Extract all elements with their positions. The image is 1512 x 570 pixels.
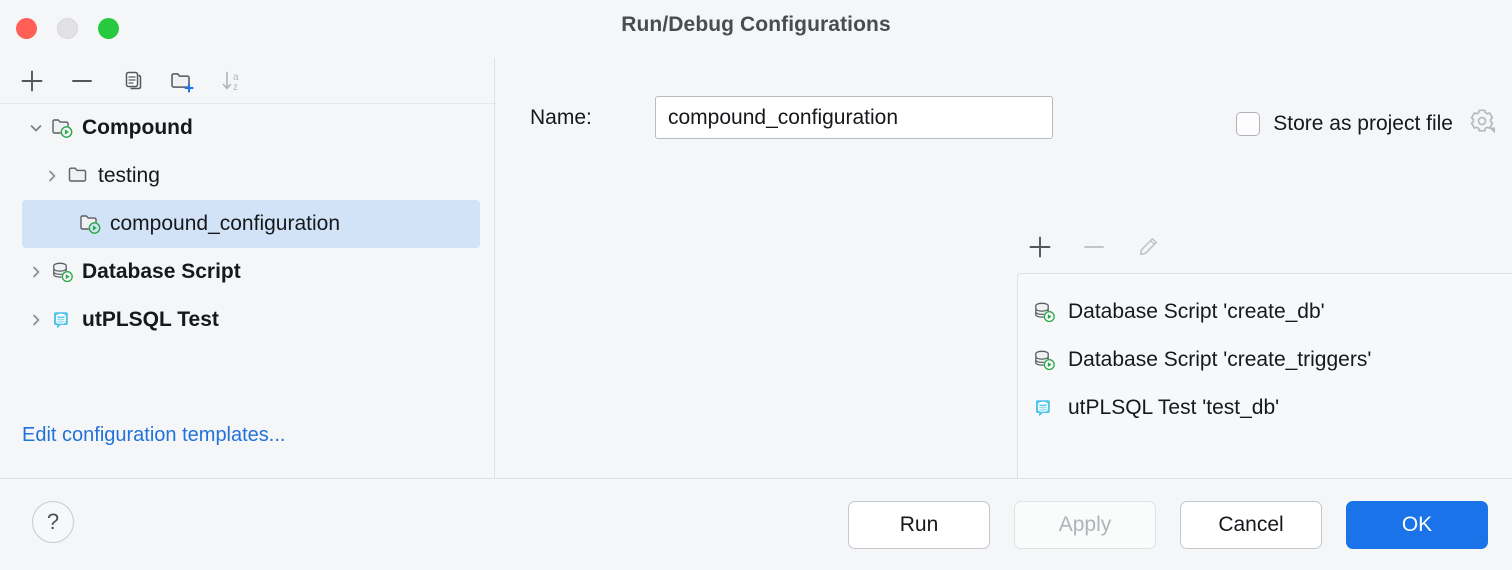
tree-item-label: Database Script [82,260,241,284]
configurations-toolbar: a z [0,58,504,104]
help-button[interactable]: ? [32,501,74,543]
sort-configurations-button[interactable]: a z [210,63,254,99]
name-label: Name: [530,106,655,130]
list-item-label: utPLSQL Test 'test_db' [1068,396,1279,420]
copy-configuration-button[interactable] [110,63,154,99]
tasks-toolbar [1018,228,1170,266]
tree-item-label: utPLSQL Test [82,308,219,332]
store-as-project-file-label: Store as project file [1273,112,1453,136]
configurations-tree: Compound testing [0,104,494,344]
apply-button[interactable]: Apply [1014,501,1156,549]
new-folder-button[interactable] [160,63,204,99]
utplsql-icon [1032,396,1058,420]
list-item[interactable]: Database Script 'create_triggers' [1018,336,1512,384]
database-run-icon [50,260,76,284]
tree-item-label: Compound [82,116,193,140]
configuration-details-pane: Name: Store as project file [496,58,1512,478]
folder-icon [66,164,92,188]
titlebar: Run/Debug Configurations [0,0,1512,58]
tree-item-label: compound_configuration [110,212,340,236]
database-run-icon [1032,348,1058,372]
tree-item-testing[interactable]: testing [0,152,494,200]
chevron-right-icon[interactable] [22,312,50,328]
store-as-project-file-row: Store as project file [1236,105,1498,142]
run-button[interactable]: Run [848,501,990,549]
remove-configuration-button[interactable] [60,63,104,99]
tree-item-compound-configuration[interactable]: compound_configuration [22,200,480,248]
gear-dropdown-icon[interactable] [1466,105,1498,142]
svg-text:z: z [233,82,238,93]
add-task-button[interactable] [1018,228,1062,266]
list-item[interactable]: Database Script 'create_db' [1018,288,1512,336]
list-item-label: Database Script 'create_triggers' [1068,348,1371,372]
store-as-project-file-checkbox[interactable] [1236,112,1260,136]
run-debug-configurations-dialog: Run/Debug Configurations [0,0,1512,570]
name-row: Name: [530,96,1053,139]
edit-configuration-templates-link[interactable]: Edit configuration templates... [22,424,285,447]
chevron-right-icon[interactable] [22,264,50,280]
tree-item-label: testing [98,164,160,188]
ok-button[interactable]: OK [1346,501,1488,549]
chevron-right-icon[interactable] [38,168,66,184]
folder-run-icon [50,116,76,140]
list-item[interactable]: utPLSQL Test 'test_db' [1018,384,1512,432]
tree-item-utplsql-test[interactable]: utPLSQL Test [0,296,494,344]
add-configuration-button[interactable] [10,63,54,99]
chevron-down-icon[interactable] [22,120,50,136]
name-input[interactable] [655,96,1053,139]
folder-run-icon [78,212,104,236]
tree-item-database-script[interactable]: Database Script [0,248,494,296]
dialog-footer: ? Run Apply Cancel OK [0,478,1512,570]
edit-task-button[interactable] [1126,228,1170,266]
remove-task-button[interactable] [1072,228,1116,266]
dialog-buttons: Run Apply Cancel OK [848,501,1488,549]
cancel-button[interactable]: Cancel [1180,501,1322,549]
list-item-label: Database Script 'create_db' [1068,300,1325,324]
tree-item-compound[interactable]: Compound [0,104,494,152]
database-run-icon [1032,300,1058,324]
page-title: Run/Debug Configurations [0,13,1512,37]
utplsql-icon [50,308,76,332]
configurations-pane: a z Compound [0,58,495,478]
